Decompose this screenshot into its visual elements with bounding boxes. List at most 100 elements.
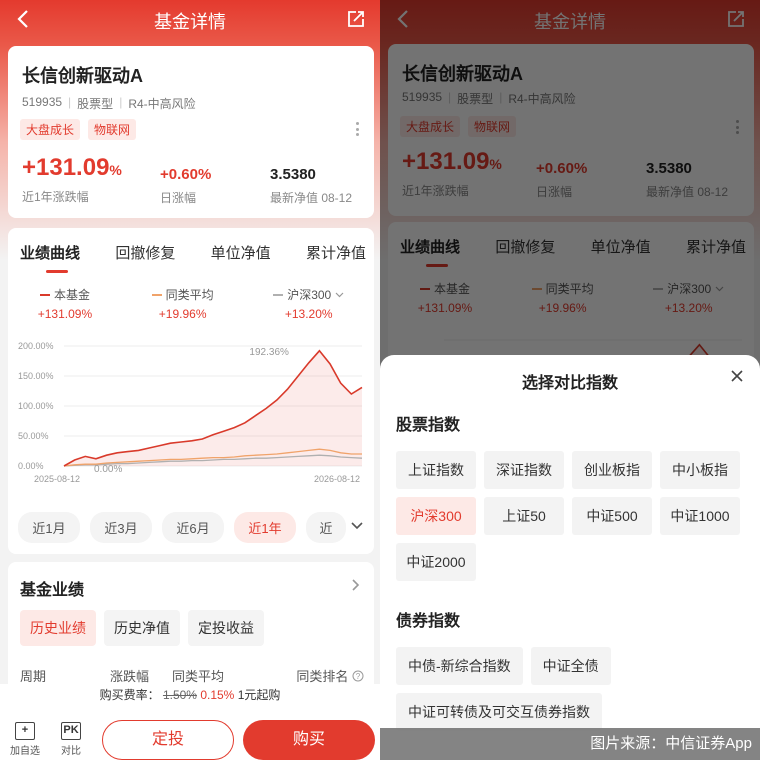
legend-item: 同类平均 +19.96%	[151, 286, 214, 321]
stat-1y-return: +131.09% 近1年涨跌幅	[22, 154, 122, 205]
legend-swatch	[39, 293, 50, 296]
col-peer-rank-label: 同类排名	[296, 669, 349, 684]
legend-name: 本基金	[53, 288, 90, 302]
subtab-history-nav[interactable]: 历史净值	[104, 610, 180, 646]
fee-original: 1.50%	[162, 688, 197, 702]
legend-name: 同类平均	[165, 288, 214, 302]
add-watchlist-button[interactable]: + 加自选	[8, 722, 42, 757]
bottom-action-bar: 购买费率： 1.50% 0.15% 1元起购 + 加自选 PK 对比 定投 购买	[0, 684, 380, 760]
fee-min: 1元起购	[237, 688, 281, 702]
y-tick-label: 200.00%	[18, 341, 54, 351]
screenshot-root: 基金详情 长信创新驱动A 519935 | 股票型 | R4-中高风险 大盘成长…	[0, 0, 760, 760]
fund-detail-screen: 基金详情 长信创新驱动A 519935 | 股票型 | R4-中高风险 大盘成长…	[0, 0, 380, 760]
fund-meta: 519935 | 股票型 | R4-中高风险	[22, 95, 196, 112]
x-tick-label: 2026-08-12	[314, 474, 360, 484]
legend-item: 本基金 +131.09%	[38, 286, 92, 321]
close-icon[interactable]	[730, 369, 744, 383]
purchase-fee: 购买费率： 1.50% 0.15% 1元起购	[0, 686, 380, 703]
fund-tag[interactable]: 大盘成长	[20, 119, 81, 140]
index-option[interactable]: 中证1000	[660, 497, 740, 535]
chevron-right-icon[interactable]	[350, 578, 360, 592]
fund-type: 股票型	[77, 97, 114, 111]
time-range-selector: 近1月 近3月 近6月 近1年 近	[8, 512, 374, 543]
chevron-down-icon[interactable]	[350, 518, 364, 532]
tab-indicator	[46, 270, 68, 273]
tab-drawdown[interactable]: 回撤修复	[115, 242, 175, 263]
fund-name: 长信创新驱动A	[22, 66, 143, 86]
add-watchlist-label: 加自选	[10, 746, 40, 757]
sip-button[interactable]: 定投	[102, 720, 234, 760]
col-change: 涨跌幅	[110, 669, 150, 684]
stat-nav: 3.5380 最新净值 08-12	[270, 166, 352, 206]
index-option[interactable]: 中证2000	[396, 543, 476, 581]
tab-performance-curve[interactable]: 业绩曲线	[20, 242, 80, 263]
legend-value: +13.20%	[284, 307, 333, 321]
return-1y-value: +131.09	[22, 154, 110, 181]
tab-cumulative-nav[interactable]: 累计净值	[306, 242, 366, 263]
compare-index-sheet: 选择对比指数 股票指数 上证指数 深证指数 创业板指 中小板指 沪深300 上证…	[380, 355, 760, 760]
bond-index-title: 债券指数	[396, 613, 461, 630]
bond-index-list: 中债-新综合指数 中证全债 中证可转债及可交互债券指数	[396, 647, 744, 731]
sheet-title: 选择对比指数	[521, 375, 618, 392]
col-period: 周期	[20, 669, 47, 684]
performance-tabs: 业绩曲线 回撤修复 单位净值 累计净值	[20, 242, 366, 263]
tab-unit-nav[interactable]: 单位净值	[211, 242, 271, 263]
range-more-partial[interactable]: 近	[306, 512, 346, 543]
range-3m[interactable]: 近3月	[90, 512, 152, 543]
stock-index-title: 股票指数	[396, 417, 461, 434]
fund-tag[interactable]: 物联网	[88, 119, 137, 140]
meta-divider: |	[119, 95, 123, 109]
fund-performance-section: 基金业绩 历史业绩 历史净值 定投收益 周期 涨跌幅 同类平均 同类排名 ?	[8, 562, 374, 692]
x-tick-label: 2025-08-12	[34, 474, 80, 484]
stock-index-list: 上证指数 深证指数 创业板指 中小板指 沪深300 上证50 中证500 中证1…	[396, 451, 744, 581]
buy-button[interactable]: 购买	[243, 720, 375, 760]
plus-icon: +	[15, 722, 35, 740]
col-peer-rank: 同类排名 ?	[282, 666, 364, 685]
index-option[interactable]: 中证500	[572, 497, 652, 535]
return-1y-label: 近1年涨跌幅	[22, 190, 89, 204]
index-option[interactable]: 上证50	[484, 497, 564, 535]
table-header: 周期 涨跌幅 同类平均 同类排名 ?	[20, 666, 364, 685]
range-1m[interactable]: 近1月	[18, 512, 80, 543]
y-tick-label: 50.00%	[18, 431, 49, 441]
index-option[interactable]: 中证可转债及可交互债券指数	[396, 693, 602, 731]
index-option[interactable]: 深证指数	[484, 451, 564, 489]
range-6m[interactable]: 近6月	[162, 512, 224, 543]
chart-legend: 本基金 +131.09% 同类平均 +19.96% 沪深300 +13.20%	[8, 286, 374, 321]
legend-item-dropdown[interactable]: 沪深300 +13.20%	[273, 286, 344, 321]
index-option[interactable]: 中证全债	[530, 647, 611, 685]
range-1y[interactable]: 近1年	[234, 512, 296, 543]
index-option[interactable]: 中债-新综合指数	[396, 647, 523, 685]
index-option-selected[interactable]: 沪深300	[396, 497, 476, 535]
index-option[interactable]: 创业板指	[572, 451, 652, 489]
top-bar: 基金详情	[0, 0, 380, 40]
share-icon[interactable]	[346, 9, 366, 29]
image-credit: 图片来源：中信证券App	[380, 728, 760, 760]
legend-swatch	[151, 293, 162, 296]
legend-value: +19.96%	[158, 307, 207, 321]
fund-summary-card: 长信创新驱动A 519935 | 股票型 | R4-中高风险 大盘成长 物联网 …	[8, 46, 374, 218]
index-option[interactable]: 上证指数	[396, 451, 476, 489]
performance-chart: 200.00% 150.00% 100.00% 50.00% 0.00% 192.36% 0…	[18, 341, 363, 484]
index-option[interactable]: 中小板指	[660, 451, 740, 489]
performance-card: 业绩曲线 回撤修复 单位净值 累计净值 本基金 +131.09% 同类平均 +1…	[8, 228, 374, 554]
stat-daily-change: +0.60% 日涨幅	[160, 166, 211, 206]
subtab-history-performance[interactable]: 历史业绩	[20, 610, 96, 646]
daily-change-label: 日涨幅	[160, 191, 197, 205]
compare-label: 对比	[61, 746, 81, 757]
compare-index-screen: 基金详情 长信创新驱动A 519935 | 股票型 | R4-中高风险 大盘成长…	[380, 0, 760, 760]
y-tick-label: 150.00%	[18, 371, 54, 381]
more-icon[interactable]	[356, 122, 360, 136]
return-1y-unit: %	[109, 162, 122, 178]
help-icon[interactable]: ?	[352, 670, 364, 682]
compare-button[interactable]: PK 对比	[54, 722, 88, 757]
fund-code: 519935	[22, 95, 63, 109]
nav-value: 3.5380	[270, 166, 316, 183]
legend-value: +131.09%	[37, 307, 93, 321]
fund-risk: R4-中高风险	[128, 97, 196, 111]
nav-label: 最新净值 08-12	[270, 191, 353, 205]
subtab-sip-returns[interactable]: 定投收益	[188, 610, 264, 646]
min-label: 0.00%	[94, 464, 122, 475]
chevron-down-icon	[335, 292, 344, 297]
section-title: 基金业绩	[20, 582, 85, 599]
